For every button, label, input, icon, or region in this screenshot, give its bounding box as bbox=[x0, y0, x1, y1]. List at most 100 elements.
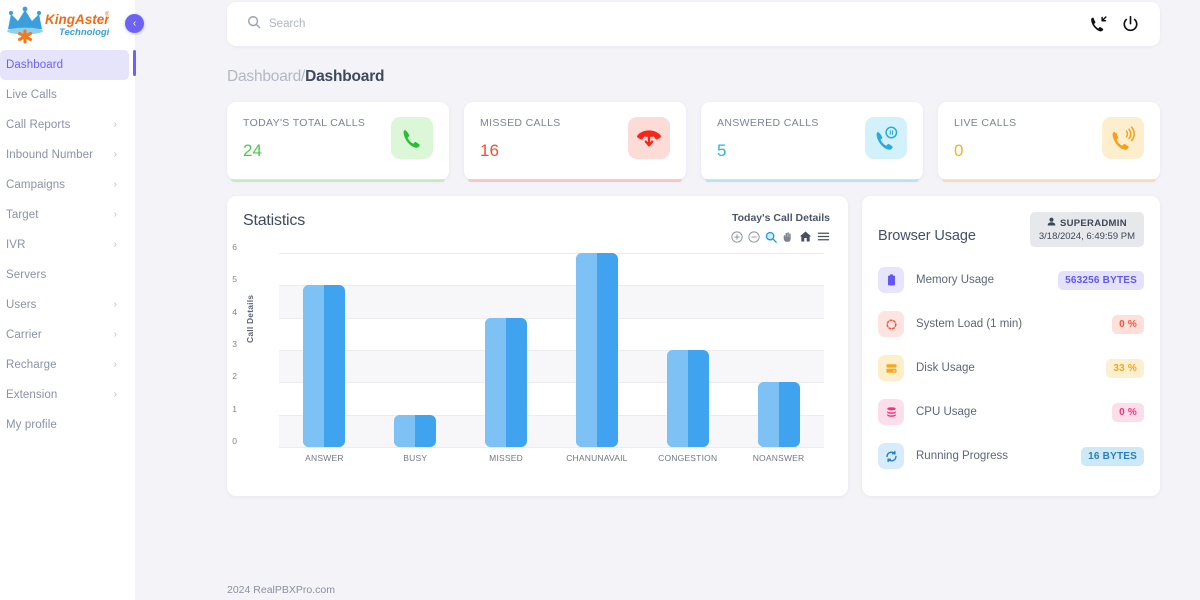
incoming-call-icon[interactable] bbox=[1089, 15, 1108, 34]
chart-y-axis-label: Call Details bbox=[245, 294, 255, 343]
selection-zoom-icon[interactable] bbox=[765, 231, 777, 243]
sidebar-item-label: IVR bbox=[6, 239, 26, 251]
chevron-right-icon: › bbox=[113, 119, 117, 130]
stat-card-answered-calls[interactable]: ANSWERED CALLS 5 bbox=[701, 102, 923, 182]
chart-bars bbox=[279, 253, 824, 447]
sidebar-item-my-profile[interactable]: My profile bbox=[0, 410, 129, 440]
chart-bar-column bbox=[370, 253, 461, 447]
sidebar-item-label: Inbound Number bbox=[6, 149, 94, 161]
menu-icon[interactable] bbox=[817, 230, 830, 243]
y-tick: 0 bbox=[232, 436, 237, 446]
y-tick: 1 bbox=[232, 403, 237, 414]
status-badge: 33 % bbox=[1106, 358, 1144, 378]
chart-y-axis-ticks: 6 5 4 3 2 1 0 bbox=[213, 242, 237, 446]
status-badge: 16 BYTES bbox=[1081, 446, 1144, 466]
status-badge: 563256 BYTES bbox=[1058, 270, 1144, 290]
sidebar-item-servers[interactable]: Servers bbox=[0, 260, 129, 290]
stat-card-text: MISSED CALLS 16 bbox=[480, 117, 561, 161]
disk-icon bbox=[878, 355, 904, 381]
list-item: System Load (1 min) 0 % bbox=[878, 309, 1144, 339]
sidebar-item-carrier[interactable]: Carrier › bbox=[0, 320, 129, 350]
x-tick: CHANUNAVAIL bbox=[566, 453, 628, 463]
browser-usage-list: Memory Usage 563256 BYTES System Load (1… bbox=[878, 265, 1144, 471]
sidebar-item-users[interactable]: Users › bbox=[0, 290, 129, 320]
progress-icon bbox=[878, 443, 904, 469]
status-badge: 0 % bbox=[1112, 314, 1144, 334]
chart-gridline bbox=[279, 447, 824, 448]
sidebar-item-label: Servers bbox=[6, 269, 47, 281]
stat-card-title: ANSWERED CALLS bbox=[717, 117, 819, 129]
stat-card-todays-total-calls[interactable]: TODAY'S TOTAL CALLS 24 bbox=[227, 102, 449, 182]
sidebar-item-label: Call Reports bbox=[6, 119, 71, 131]
sidebar-item-campaigns[interactable]: Campaigns › bbox=[0, 170, 129, 200]
svg-text:®: ® bbox=[105, 11, 109, 18]
x-tick: MISSED bbox=[489, 453, 523, 463]
kingasterisk-logo-icon: KingAsterisk ® Technologies bbox=[4, 5, 109, 45]
browser-usage-title: Browser Usage bbox=[878, 228, 976, 244]
search-icon bbox=[247, 15, 261, 34]
chart-bar[interactable] bbox=[666, 350, 709, 447]
panning-icon[interactable] bbox=[782, 231, 794, 243]
zoom-in-icon[interactable] bbox=[731, 230, 743, 243]
stat-card-missed-calls[interactable]: MISSED CALLS 16 bbox=[464, 102, 686, 182]
browser-usage-header: Browser Usage SUPERADMIN 3/18/2024, 6:49… bbox=[878, 212, 1144, 247]
sidebar-item-label: My profile bbox=[6, 419, 57, 431]
chart-bar-column bbox=[642, 253, 733, 447]
sidebar-item-ivr[interactable]: IVR › bbox=[0, 230, 129, 260]
search-input[interactable] bbox=[269, 18, 569, 30]
sidebar-item-live-calls[interactable]: Live Calls bbox=[0, 80, 129, 110]
chevron-right-icon: › bbox=[113, 359, 117, 370]
app-root: KingAsterisk ® Technologies Dashboard Li… bbox=[0, 0, 1200, 600]
brand-logo[interactable]: KingAsterisk ® Technologies bbox=[0, 0, 135, 46]
sidebar-item-call-reports[interactable]: Call Reports › bbox=[0, 110, 129, 140]
list-item: Memory Usage 563256 BYTES bbox=[878, 265, 1144, 295]
call-details-bar-chart: Call Details 6 5 4 3 2 1 0 ANSWER BUSY M… bbox=[232, 242, 830, 463]
page-title: Statistics bbox=[243, 212, 306, 229]
sidebar-item-recharge[interactable]: Recharge › bbox=[0, 350, 129, 380]
chevron-right-icon: › bbox=[113, 239, 117, 250]
status-badge: 0 % bbox=[1112, 402, 1144, 422]
chart-bar-column bbox=[551, 253, 642, 447]
breadcrumb-parent[interactable]: Dashboard bbox=[227, 68, 301, 85]
sidebar-item-target[interactable]: Target › bbox=[0, 200, 129, 230]
breadcrumb: Dashboard/Dashboard bbox=[227, 68, 1160, 86]
list-item: Running Progress 16 BYTES bbox=[878, 441, 1144, 471]
sidebar-item-label: Recharge bbox=[6, 359, 57, 371]
chart-plot-area bbox=[279, 253, 824, 448]
chart-bar[interactable] bbox=[757, 382, 800, 447]
y-tick: 6 bbox=[232, 242, 237, 252]
chart-bar[interactable] bbox=[303, 285, 346, 447]
chart-bar[interactable] bbox=[394, 414, 437, 447]
chevron-right-icon: › bbox=[113, 149, 117, 160]
chart-bar[interactable] bbox=[575, 253, 618, 447]
list-item-label: CPU Usage bbox=[916, 406, 977, 418]
stat-card-title: LIVE CAllS bbox=[954, 117, 1017, 129]
topbar-icons bbox=[1089, 15, 1140, 34]
sidebar-item-extension[interactable]: Extension › bbox=[0, 380, 129, 410]
zoom-out-icon[interactable] bbox=[748, 230, 760, 243]
sidebar-item-label: Target bbox=[6, 209, 39, 221]
sidebar-item-inbound-number[interactable]: Inbound Number › bbox=[0, 140, 129, 170]
load-icon bbox=[878, 311, 904, 337]
chart-bar[interactable] bbox=[485, 317, 528, 447]
sidebar-item-label: Campaigns bbox=[6, 179, 66, 191]
list-item: Disk Usage 33 % bbox=[878, 353, 1144, 383]
list-item-label: Memory Usage bbox=[916, 274, 994, 286]
svg-text:KingAsterisk: KingAsterisk bbox=[45, 12, 109, 27]
list-item-label: Running Progress bbox=[916, 450, 1009, 462]
sidebar-item-dashboard[interactable]: Dashboard bbox=[0, 50, 129, 80]
search-box[interactable] bbox=[247, 15, 1089, 34]
chart-toolbar bbox=[731, 230, 830, 243]
active-item-marker bbox=[133, 50, 136, 76]
footer-text: 2024 RealPBXPro.com bbox=[227, 584, 335, 596]
reset-zoom-home-icon[interactable] bbox=[799, 230, 812, 243]
main-content: Dashboard/Dashboard TODAY'S TOTAL CALLS … bbox=[135, 0, 1200, 600]
svg-text:Technologies: Technologies bbox=[59, 27, 109, 38]
chevron-right-icon: › bbox=[113, 329, 117, 340]
x-tick: CONGESTION bbox=[658, 453, 718, 463]
sidebar-collapse-button[interactable]: ‹ bbox=[125, 14, 144, 33]
stat-card-live-calls[interactable]: LIVE CAllS 0 bbox=[938, 102, 1160, 182]
power-icon[interactable] bbox=[1121, 15, 1140, 34]
live-call-icon bbox=[1102, 117, 1144, 159]
sidebar-item-label: Live Calls bbox=[6, 89, 57, 101]
